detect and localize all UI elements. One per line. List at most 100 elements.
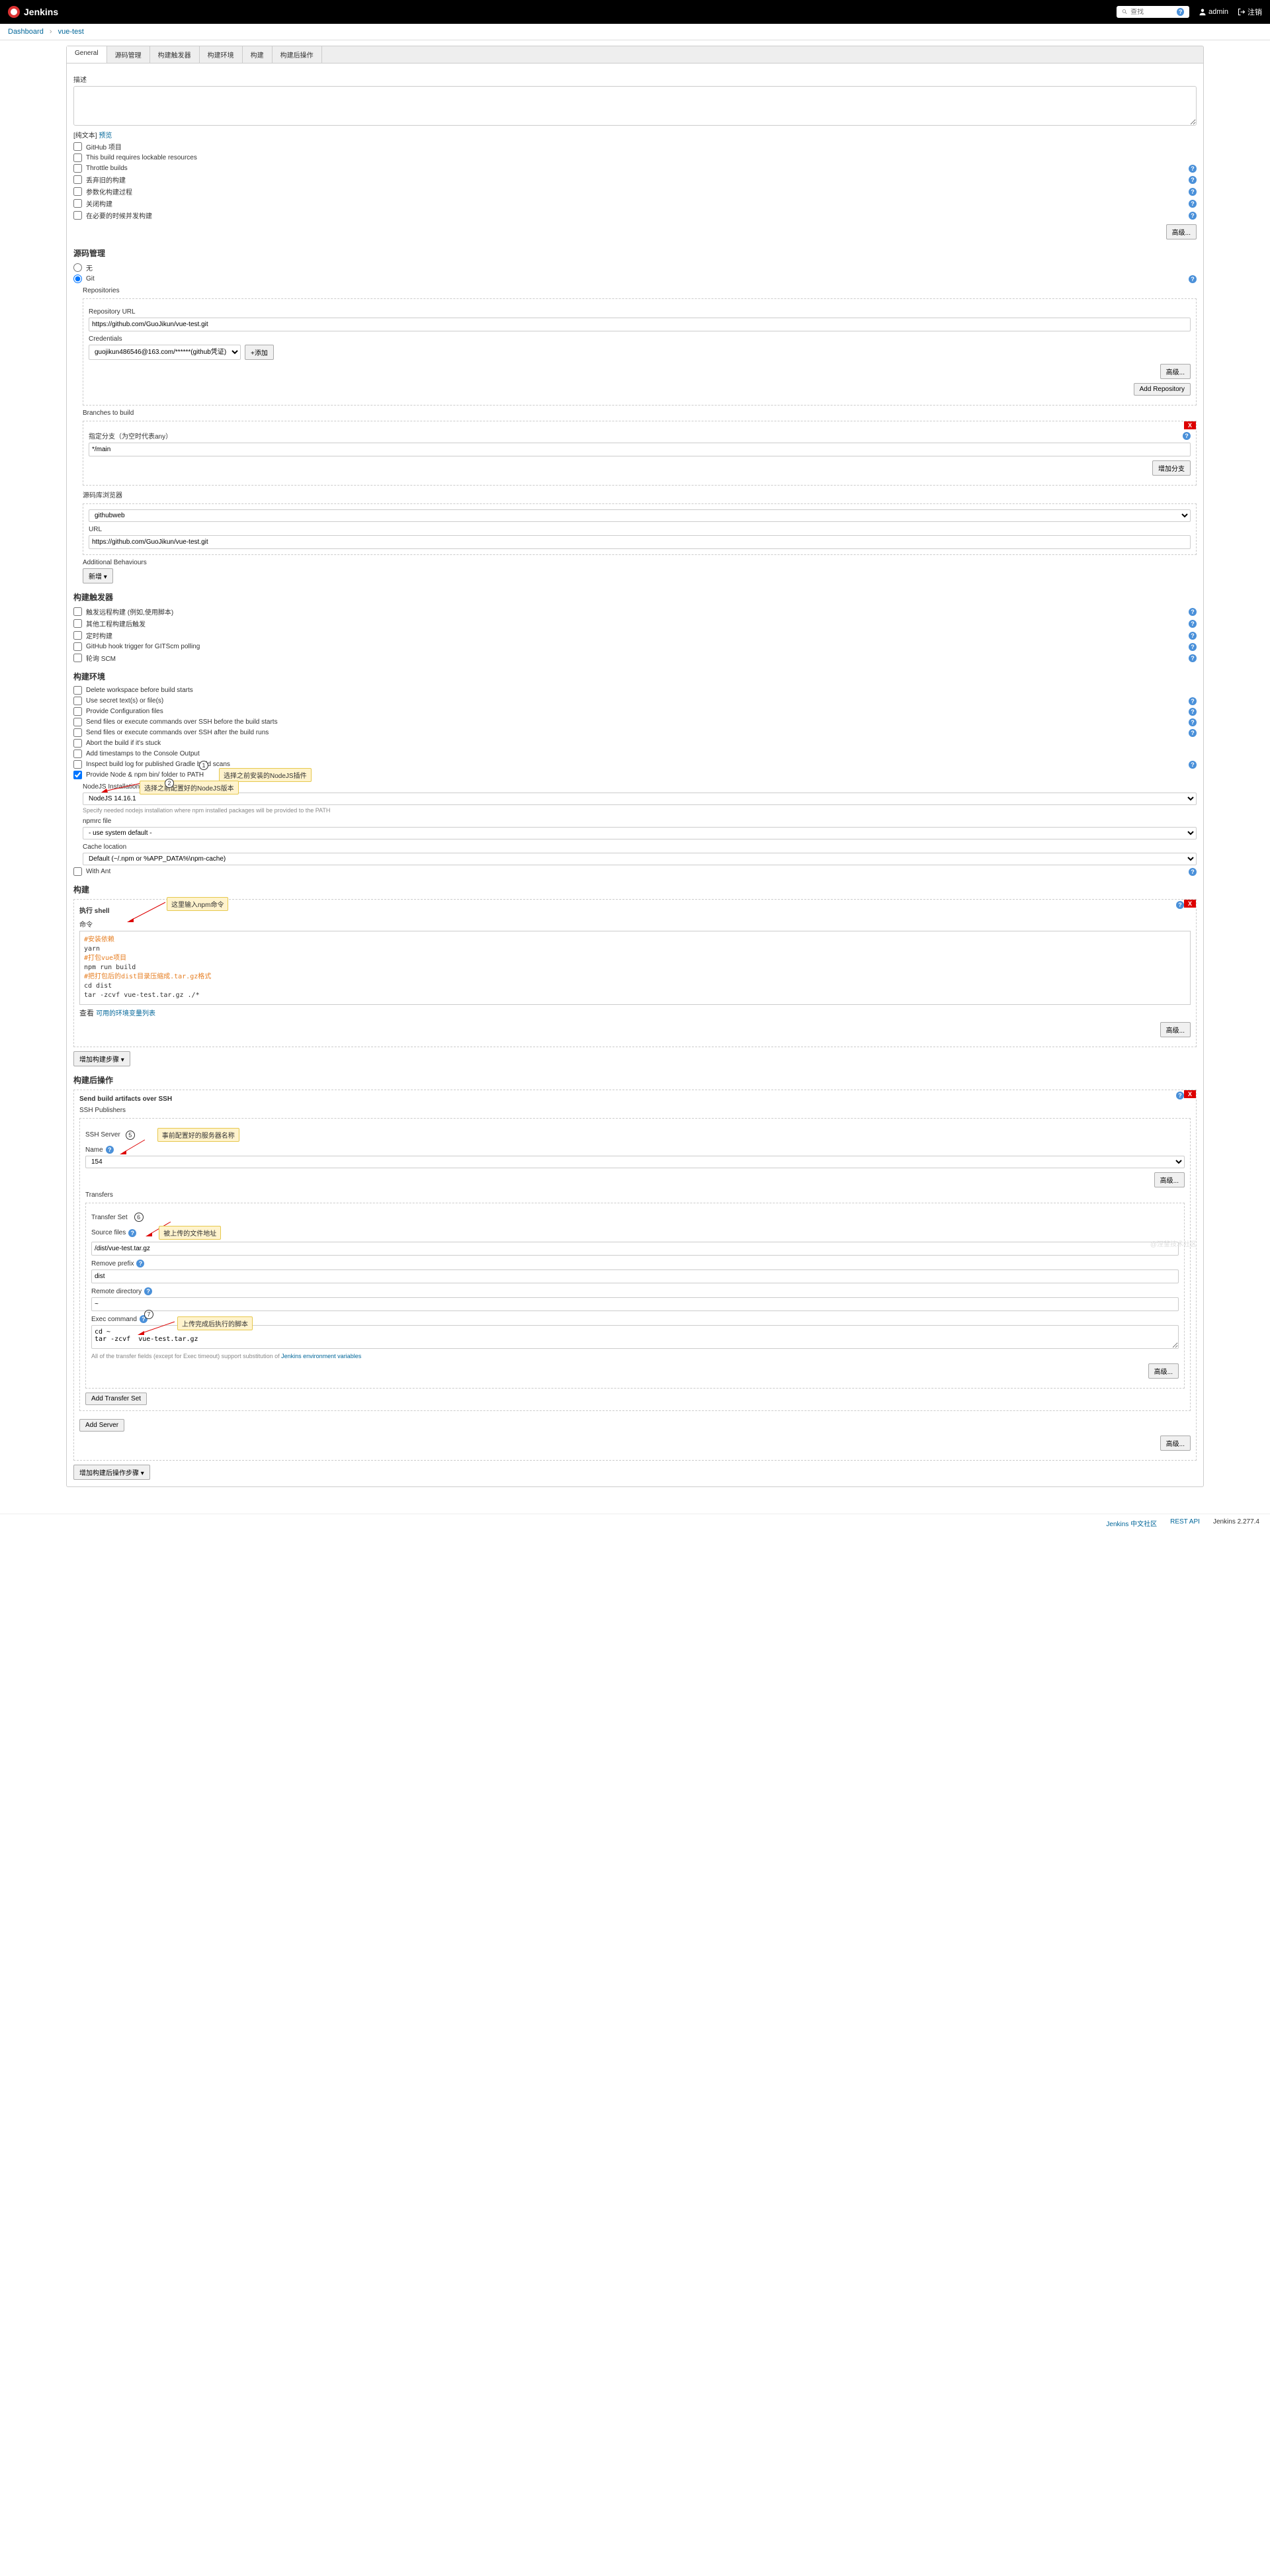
help-icon[interactable]: ? bbox=[1189, 761, 1197, 769]
browser-select[interactable]: githubweb bbox=[89, 509, 1191, 522]
help-icon[interactable]: ? bbox=[1189, 620, 1197, 628]
help-icon[interactable]: ? bbox=[1189, 188, 1197, 196]
tab-general[interactable]: General bbox=[67, 46, 107, 63]
env-check-0[interactable] bbox=[73, 686, 82, 695]
help-icon[interactable]: ? bbox=[1189, 608, 1197, 616]
add-build-step-button[interactable]: 增加构建步骤 ▾ bbox=[73, 1051, 130, 1066]
env-check-1[interactable] bbox=[73, 697, 82, 705]
help-icon[interactable]: ? bbox=[1189, 708, 1197, 716]
repo-url-input[interactable] bbox=[89, 318, 1191, 331]
search-help-icon[interactable]: ? bbox=[1177, 8, 1184, 16]
preview-link[interactable]: 预览 bbox=[99, 132, 112, 140]
tab-triggers[interactable]: 构建触发器 bbox=[150, 46, 200, 63]
trigger-check-0[interactable] bbox=[73, 607, 82, 616]
general-check-1[interactable] bbox=[73, 153, 82, 162]
cred-select[interactable]: guojikun486546@163.com/******(github凭证) bbox=[89, 345, 241, 360]
with-ant-checkbox[interactable] bbox=[73, 867, 82, 876]
general-check-2[interactable] bbox=[73, 164, 82, 173]
general-check-5[interactable] bbox=[73, 199, 82, 208]
desc-textarea[interactable] bbox=[73, 86, 1197, 126]
transfer-advanced-button[interactable]: 高级... bbox=[1148, 1363, 1179, 1379]
help-icon[interactable]: ? bbox=[1183, 432, 1191, 440]
general-check-4[interactable] bbox=[73, 187, 82, 196]
browser-url-input[interactable] bbox=[89, 535, 1191, 549]
delete-shell-icon[interactable]: X bbox=[1184, 900, 1196, 908]
watermark: @涅釜技术社区 bbox=[1150, 1238, 1197, 1248]
nodejs-select[interactable]: NodeJS 14.16.1 bbox=[83, 793, 1197, 805]
help-icon[interactable]: ? bbox=[1189, 176, 1197, 184]
env-check-5[interactable] bbox=[73, 739, 82, 748]
delete-branch-icon[interactable]: X bbox=[1184, 421, 1196, 429]
help-icon[interactable]: ? bbox=[1189, 868, 1197, 876]
add-server-button[interactable]: Add Server bbox=[79, 1419, 124, 1432]
help-icon[interactable]: ? bbox=[1189, 200, 1197, 208]
crumb-project[interactable]: vue-test bbox=[58, 28, 84, 36]
help-icon[interactable]: ? bbox=[136, 1260, 144, 1267]
remote-dir-input[interactable] bbox=[91, 1297, 1179, 1311]
help-icon[interactable]: ? bbox=[1176, 1092, 1184, 1099]
env-check-4[interactable] bbox=[73, 728, 82, 737]
env-check-7[interactable] bbox=[73, 760, 82, 769]
remove-prefix-input[interactable] bbox=[91, 1269, 1179, 1283]
help-icon[interactable]: ? bbox=[1189, 632, 1197, 640]
repo-advanced-button[interactable]: 高级... bbox=[1160, 364, 1191, 379]
tab-build[interactable]: 构建 bbox=[243, 46, 273, 63]
scm-git-radio[interactable] bbox=[73, 275, 82, 283]
help-icon[interactable]: ? bbox=[1189, 275, 1197, 283]
footer-api-link[interactable]: REST API bbox=[1170, 1518, 1200, 1528]
exec-command-textarea[interactable]: cd ~ tar -zcvf vue-test.tar.gz bbox=[91, 1325, 1179, 1349]
tab-scm[interactable]: 源码管理 bbox=[107, 46, 150, 63]
source-files-input[interactable] bbox=[91, 1242, 1179, 1256]
help-icon[interactable]: ? bbox=[106, 1146, 114, 1154]
general-check-3[interactable] bbox=[73, 175, 82, 184]
add-post-action-button[interactable]: 增加构建后操作步骤 ▾ bbox=[73, 1465, 150, 1480]
user-link[interactable]: admin bbox=[1199, 8, 1228, 16]
help-icon[interactable]: ? bbox=[128, 1229, 136, 1237]
search-box[interactable]: ? bbox=[1117, 6, 1189, 18]
add-cred-button[interactable]: +添加 bbox=[245, 345, 274, 360]
shell-command-textarea[interactable]: #安装依赖 yarn #打包vue项目 npm run build #把打包后的… bbox=[79, 931, 1191, 1005]
help-icon[interactable]: ? bbox=[1189, 654, 1197, 662]
trigger-check-4[interactable] bbox=[73, 654, 82, 662]
npmrc-select[interactable]: - use system default - bbox=[83, 827, 1197, 839]
add-transfer-button[interactable]: Add Transfer Set bbox=[85, 1393, 147, 1405]
env-check-6[interactable] bbox=[73, 750, 82, 758]
delete-ssh-icon[interactable]: X bbox=[1184, 1090, 1196, 1098]
scm-none-radio[interactable] bbox=[73, 263, 82, 272]
crumb-dashboard[interactable]: Dashboard bbox=[8, 28, 44, 36]
logout-link[interactable]: 注销 bbox=[1238, 7, 1262, 17]
env-check-3[interactable] bbox=[73, 718, 82, 726]
ssh-advanced-button[interactable]: 高级... bbox=[1154, 1172, 1185, 1187]
post-ssh-advanced-button[interactable]: 高级... bbox=[1160, 1436, 1191, 1451]
footer-community-link[interactable]: Jenkins 中文社区 bbox=[1106, 1518, 1157, 1528]
general-check-6[interactable] bbox=[73, 211, 82, 220]
shell-advanced-button[interactable]: 高级... bbox=[1160, 1022, 1191, 1037]
help-icon[interactable]: ? bbox=[1189, 729, 1197, 737]
help-icon[interactable]: ? bbox=[1189, 212, 1197, 220]
footer-version: Jenkins 2.277.4 bbox=[1213, 1518, 1259, 1528]
help-icon[interactable]: ? bbox=[1189, 697, 1197, 705]
cache-select[interactable]: Default (~/.npm or %APP_DATA%\npm-cache) bbox=[83, 853, 1197, 865]
tab-env[interactable]: 构建环境 bbox=[200, 46, 243, 63]
help-icon[interactable]: ? bbox=[1176, 901, 1184, 909]
jenkins-env-link[interactable]: Jenkins environment variables bbox=[281, 1353, 361, 1359]
general-advanced-button[interactable]: 高级... bbox=[1166, 224, 1197, 239]
trigger-check-2[interactable] bbox=[73, 631, 82, 640]
help-icon[interactable]: ? bbox=[1189, 165, 1197, 173]
branch-spec-input[interactable] bbox=[89, 443, 1191, 456]
env-check-2[interactable] bbox=[73, 707, 82, 716]
tab-post[interactable]: 构建后操作 bbox=[273, 46, 322, 63]
add-branch-button[interactable]: 增加分支 bbox=[1152, 460, 1191, 476]
trigger-check-3[interactable] bbox=[73, 642, 82, 651]
add-repo-button[interactable]: Add Repository bbox=[1134, 383, 1191, 396]
help-icon[interactable]: ? bbox=[1189, 718, 1197, 726]
general-check-0[interactable] bbox=[73, 142, 82, 151]
env-check-8[interactable] bbox=[73, 771, 82, 779]
add-behaviour-button[interactable]: 新增 ▾ bbox=[83, 568, 113, 583]
help-icon[interactable]: ? bbox=[1189, 643, 1197, 651]
help-icon[interactable]: ? bbox=[144, 1287, 152, 1295]
ssh-name-select[interactable]: 154 bbox=[85, 1156, 1185, 1168]
trigger-check-1[interactable] bbox=[73, 619, 82, 628]
search-input[interactable] bbox=[1130, 9, 1177, 16]
env-vars-link[interactable]: 可用的环境变量列表 bbox=[96, 1010, 155, 1017]
